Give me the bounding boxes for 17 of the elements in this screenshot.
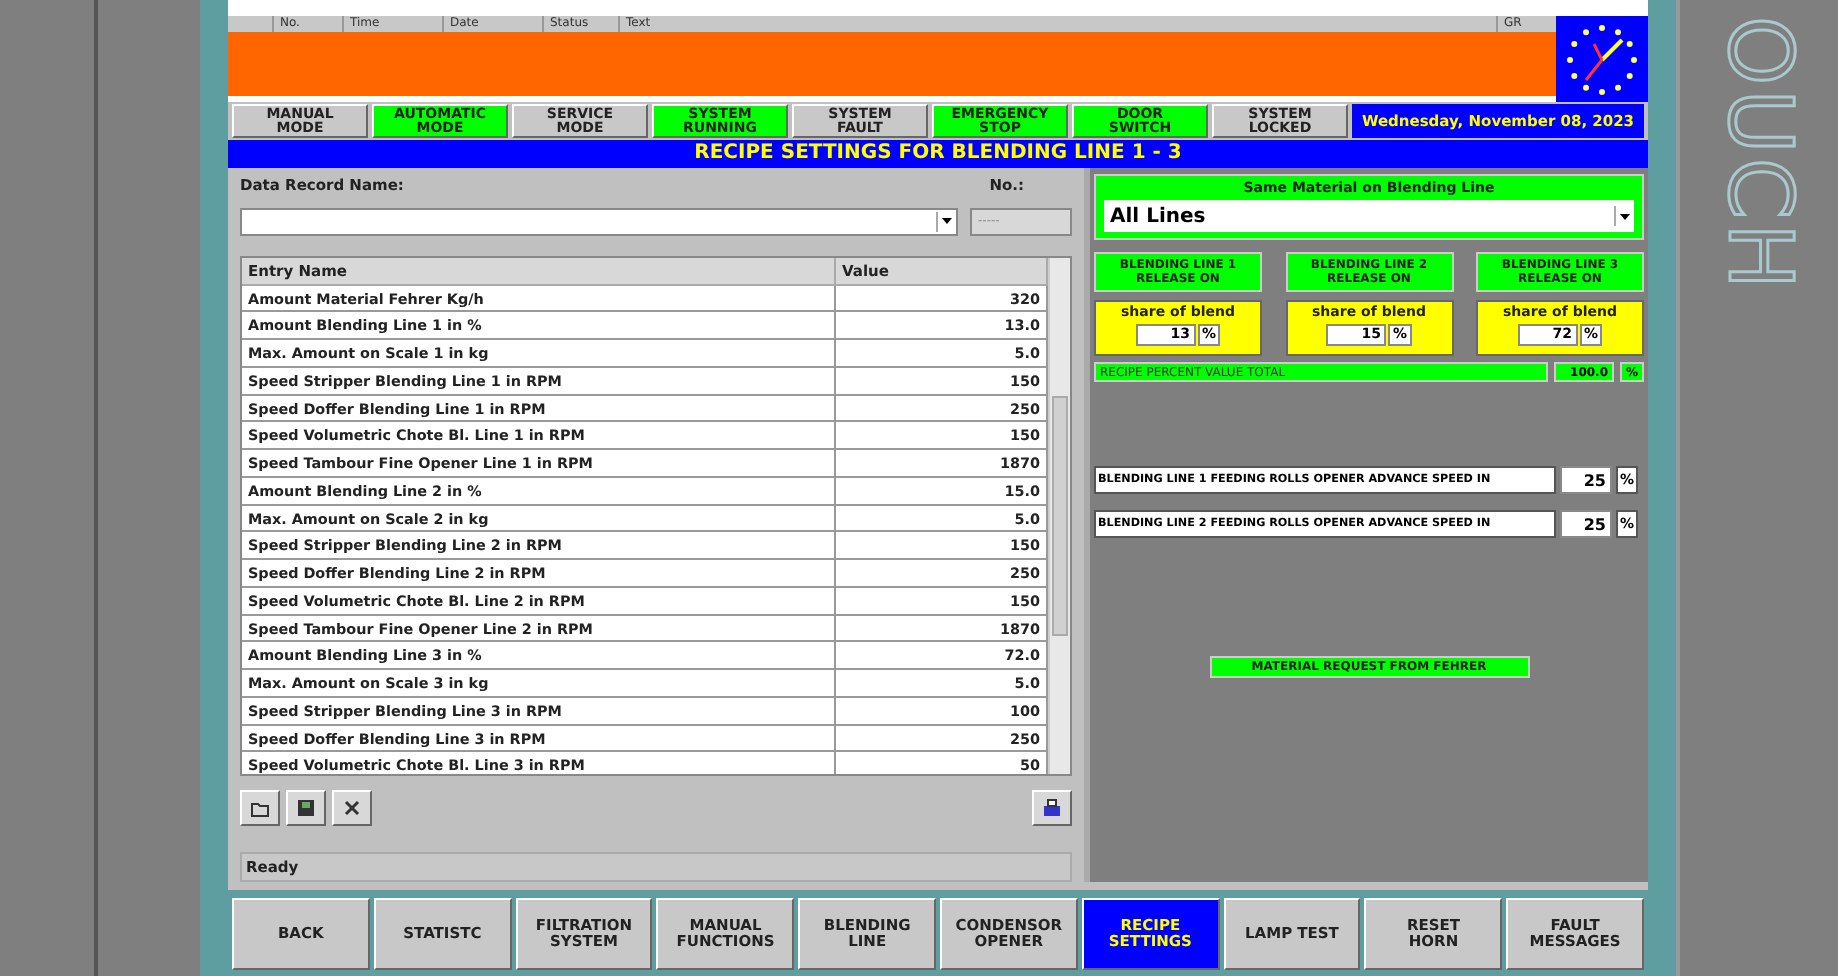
page-title: RECIPE SETTINGS FOR BLENDING LINE 1 - 3 [228,140,1648,168]
delete-button[interactable] [332,790,372,826]
same-material-dropdown[interactable]: All Lines [1104,200,1634,232]
clock-logo [1556,16,1648,102]
close-icon [340,796,364,820]
new-button[interactable] [240,790,280,826]
side-title: OUCH [1708,16,1810,294]
printer-icon [1040,796,1064,820]
save-button[interactable] [286,790,326,826]
print-button[interactable] [1032,790,1072,826]
caret-icon [942,218,952,225]
save-icon [294,796,318,820]
speed-input[interactable]: 25 [1560,510,1612,538]
caret-icon [1620,213,1630,219]
speed-input[interactable]: 25 [1560,466,1612,494]
scrollbar[interactable] [1048,257,1070,774]
record-name-dropdown[interactable] [240,207,958,236]
